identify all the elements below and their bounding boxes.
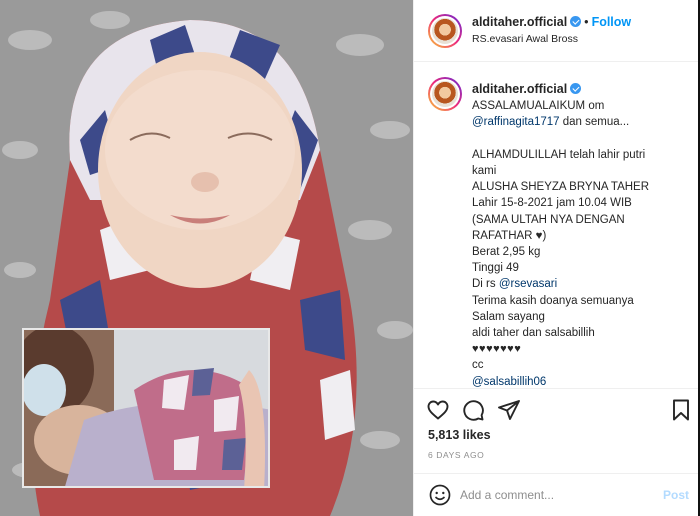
comment-bar: Post bbox=[414, 473, 700, 516]
post-comment-button[interactable]: Post bbox=[663, 488, 689, 502]
caption-username-row: alditaher.official bbox=[472, 81, 692, 97]
caption-avatar[interactable] bbox=[428, 77, 462, 111]
caption-line: Berat 2,95 kg bbox=[472, 246, 541, 259]
avatar[interactable] bbox=[428, 14, 462, 48]
caption-line: Lahir 15-8-2021 jam 10.04 WIB bbox=[472, 197, 632, 210]
caption-line: kami bbox=[472, 165, 497, 177]
caption-section: alditaher.official ASSALAMUALAIKUM om @r… bbox=[414, 63, 700, 388]
header-username-row: alditaher.official • Follow bbox=[472, 15, 631, 29]
emoji-icon[interactable] bbox=[428, 483, 452, 507]
verified-badge-icon bbox=[570, 16, 582, 27]
caption-line: ASSALAMUALAIKUM om bbox=[472, 100, 605, 113]
caption-line: Salam sayang bbox=[472, 310, 545, 323]
mention-link[interactable]: @rsevasari bbox=[499, 278, 557, 290]
post-header: alditaher.official • Follow RS.evasari Awa… bbox=[414, 0, 700, 62]
caption-line: ALUSHA SHEYZA BRYNA TAHER bbox=[472, 181, 650, 194]
caption-username[interactable]: alditaher.official bbox=[472, 82, 567, 96]
caption-gap bbox=[472, 131, 692, 147]
share-icon[interactable] bbox=[497, 398, 521, 422]
comment-input[interactable] bbox=[460, 484, 650, 506]
inset-photo bbox=[22, 328, 270, 488]
caption-line: Terima kasih doanya semuanya bbox=[472, 294, 634, 307]
post-actions: 5,813 likes 6 DAYS AGO bbox=[414, 388, 700, 484]
caption-line: Di rs @rsevasari bbox=[472, 276, 692, 292]
location-link[interactable]: RS.evasari Awal Bross bbox=[472, 33, 578, 45]
caption-line: Tinggi 49 bbox=[472, 262, 519, 275]
follow-button[interactable]: Follow bbox=[592, 15, 632, 29]
dot-separator: • bbox=[584, 15, 589, 29]
post-timestamp[interactable]: 6 DAYS AGO bbox=[428, 450, 484, 460]
comment-icon[interactable] bbox=[461, 398, 485, 422]
like-count[interactable]: 5,813 likes bbox=[428, 428, 491, 442]
caption-line: @raffinagita1717 dan semua... bbox=[472, 114, 692, 130]
header-username[interactable]: alditaher.official bbox=[472, 15, 567, 29]
verified-badge-icon bbox=[570, 83, 582, 94]
post-sidebar: alditaher.official • Follow RS.evasari Awa… bbox=[413, 0, 700, 516]
mention-link[interactable]: @salsabillih06 bbox=[472, 374, 692, 388]
caption-fragment: Di rs bbox=[472, 278, 499, 291]
caption-fragment: dan semua... bbox=[559, 116, 630, 129]
caption-text: alditaher.official ASSALAMUALAIKUM om @r… bbox=[472, 81, 692, 388]
caption-line: RAFATHAR ♥) bbox=[472, 229, 547, 242]
caption-line: cc bbox=[472, 359, 484, 372]
bookmark-icon[interactable] bbox=[669, 398, 693, 422]
hearts-line: ♥♥♥♥♥♥♥ bbox=[472, 343, 522, 356]
mention-link[interactable]: @raffinagita1717 bbox=[472, 116, 560, 128]
caption-line: ALHAMDULILLAH telah lahir putri bbox=[472, 148, 646, 161]
caption-line: aldi taher dan salsabillih bbox=[472, 327, 595, 340]
instagram-post: alditaher.official • Follow RS.evasari Awa… bbox=[0, 0, 700, 516]
post-photo[interactable] bbox=[0, 0, 413, 516]
heart-icon[interactable] bbox=[426, 398, 450, 422]
caption-line: (SAMA ULTAH NYA DENGAN bbox=[472, 213, 625, 226]
